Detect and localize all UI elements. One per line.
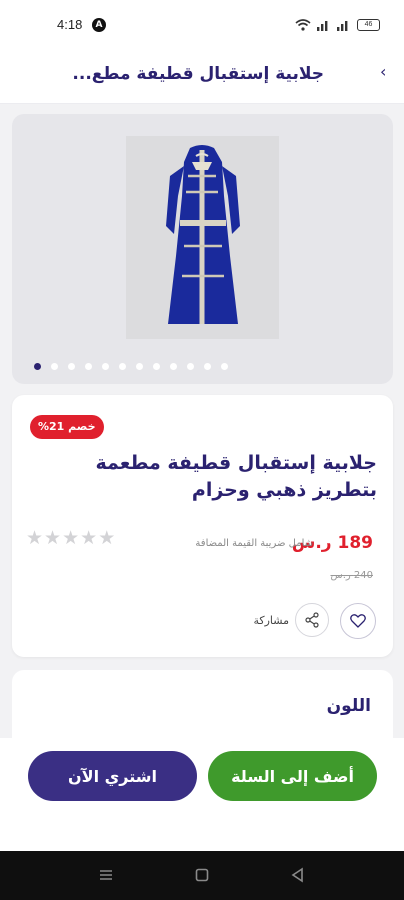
system-nav-bar	[0, 851, 404, 900]
notification-a-icon: A	[92, 18, 106, 32]
status-icons: 46	[295, 15, 380, 35]
pagination-dot[interactable]	[85, 363, 92, 370]
pagination-dot[interactable]	[68, 363, 75, 370]
gallery-pagination	[34, 363, 228, 370]
home-icon[interactable]	[194, 867, 210, 883]
star-icon: ★	[26, 527, 44, 549]
top-header: ‹ جلابية إستقبال قطيفة مطع...	[0, 52, 404, 104]
pagination-dot[interactable]	[204, 363, 211, 370]
share-button[interactable]: مشاركة	[253, 603, 329, 637]
battery-icon: 46	[357, 19, 380, 31]
pagination-dot[interactable]	[51, 363, 58, 370]
signal-2-icon	[337, 21, 348, 31]
back-nav-icon[interactable]	[290, 867, 306, 883]
color-label: اللون	[326, 696, 371, 716]
buy-now-button[interactable]: اشتري الآن	[28, 751, 197, 801]
pagination-dot[interactable]	[221, 363, 228, 370]
back-button[interactable]: ‹	[380, 62, 398, 84]
rating-stars: ★ ★ ★ ★ ★	[26, 528, 115, 548]
pagination-dot[interactable]	[119, 363, 126, 370]
add-to-cart-button[interactable]: أضف إلى السلة	[208, 751, 377, 801]
wishlist-button[interactable]	[340, 603, 376, 639]
share-icon	[305, 612, 319, 628]
wifi-icon	[295, 19, 311, 31]
bottom-action-bar: اشتري الآن أضف إلى السلة	[0, 738, 404, 851]
vat-note: شامل ضريبة القيمة المضافة	[195, 538, 313, 549]
status-time: 4:18	[57, 17, 83, 32]
pagination-dot[interactable]	[187, 363, 194, 370]
pagination-dot[interactable]	[102, 363, 109, 370]
pagination-dot[interactable]	[136, 363, 143, 370]
star-icon: ★	[44, 527, 62, 549]
pagination-dot[interactable]	[153, 363, 160, 370]
product-gallery[interactable]	[12, 114, 393, 384]
share-icon-wrap	[295, 603, 329, 637]
discount-badge: خصم 21%	[30, 415, 104, 439]
signal-icon	[317, 21, 328, 31]
dress-illustration	[126, 136, 279, 339]
star-icon: ★	[80, 527, 98, 549]
share-label: مشاركة	[253, 613, 289, 627]
pagination-dot[interactable]	[170, 363, 177, 370]
heart-icon	[350, 614, 366, 628]
page-title: جلابية إستقبال قطيفة مطع...	[72, 64, 324, 84]
menu-icon[interactable]	[98, 867, 114, 883]
product-image[interactable]	[126, 136, 279, 339]
product-title: جلابية إستقبال قطيفة مطعمة بتطريز ذهبي و…	[95, 452, 377, 501]
old-price: 240 ر.س	[330, 570, 374, 581]
pagination-dot[interactable]	[34, 363, 41, 370]
status-bar: 4:18 A 46	[0, 0, 404, 52]
star-icon: ★	[62, 527, 80, 549]
star-icon: ★	[98, 527, 116, 549]
product-info-card: خصم 21% جلابية إستقبال قطيفة مطعمة بتطري…	[12, 395, 393, 657]
